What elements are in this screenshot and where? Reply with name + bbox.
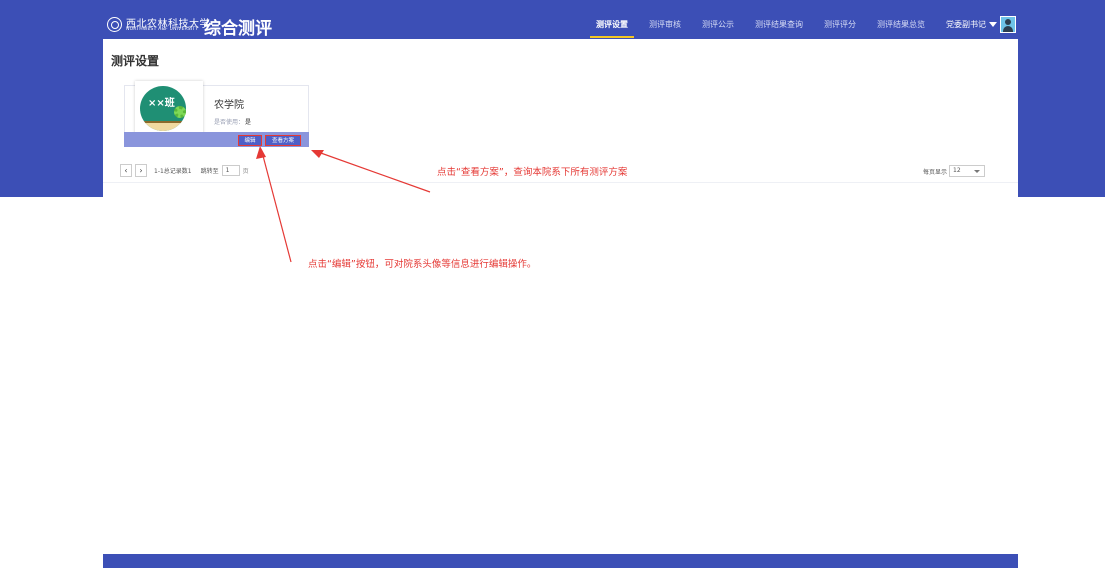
university-seal-icon <box>107 17 122 32</box>
per-page-label: 每页显示 <box>923 168 948 176</box>
chevron-left-icon[interactable]: ‹ <box>120 163 132 177</box>
nav-item-evaluation-publicity[interactable]: 测评公示 <box>696 13 740 37</box>
card-action-bar: 编辑 查看方案 <box>124 132 309 147</box>
app-title: 综合测评 <box>204 19 272 39</box>
nav-item-result-query[interactable]: 测评结果查询 <box>749 13 809 37</box>
nav-item-evaluation-review[interactable]: 测评审核 <box>643 13 687 37</box>
pagination: ‹ › 1-1总记录数1 跳转至 1 页 <box>120 163 249 177</box>
book-icon <box>140 121 186 131</box>
per-page-control: 每页显示 12 <box>923 165 986 177</box>
university-name-en: NORTHWEST A&F UNIVERSITY <box>126 27 199 32</box>
department-card: ××班 农学院 是否使用： 是 编辑 查看方案 <box>124 81 309 147</box>
main-nav: 测评设置 测评审核 测评公示 测评结果查询 测评评分 测评结果总览 <box>590 13 940 38</box>
nav-item-result-overview[interactable]: 测评结果总览 <box>871 13 931 37</box>
jump-page-input[interactable]: 1 <box>221 164 240 176</box>
status-value: 是 <box>245 119 252 126</box>
status-label: 是否使用： <box>214 119 245 126</box>
caret-down-icon[interactable] <box>989 22 997 27</box>
nav-item-evaluation-scoring[interactable]: 测评评分 <box>818 13 862 37</box>
view-plan-annotation: 点击“查看方案”，查询本院系下所有测评方案 <box>437 167 628 178</box>
gear-icon <box>174 106 186 118</box>
class-label: ××班 <box>148 98 175 109</box>
main-panel: 测评设置 ××班 农学院 是否使用： 是 编辑 查看方案 ‹ › 1-1总记录数… <box>103 39 1018 554</box>
edit-annotation: 点击“编辑”按钮，可对院系头像等信息进行编辑操作。 <box>308 259 537 270</box>
divider <box>103 182 1018 183</box>
department-name: 农学院 <box>214 100 244 111</box>
edit-button[interactable]: 编辑 <box>238 135 262 146</box>
view-plan-button[interactable]: 查看方案 <box>265 135 301 146</box>
per-page-select[interactable]: 12 <box>949 165 986 177</box>
page-unit-label: 页 <box>242 167 249 175</box>
record-count: 1-1总记录数1 <box>154 167 192 175</box>
chevron-right-icon[interactable]: › <box>135 163 147 177</box>
user-name[interactable]: 党委副书记 <box>946 13 986 37</box>
page-title: 测评设置 <box>111 54 160 68</box>
avatar[interactable] <box>1000 16 1016 33</box>
nav-item-evaluation-settings[interactable]: 测评设置 <box>590 13 634 38</box>
jump-label: 跳转至 <box>200 167 219 175</box>
top-header: 西北农林科技大学 NORTHWEST A&F UNIVERSITY 综合测评 测… <box>103 13 1018 39</box>
footer-band <box>103 554 1018 568</box>
